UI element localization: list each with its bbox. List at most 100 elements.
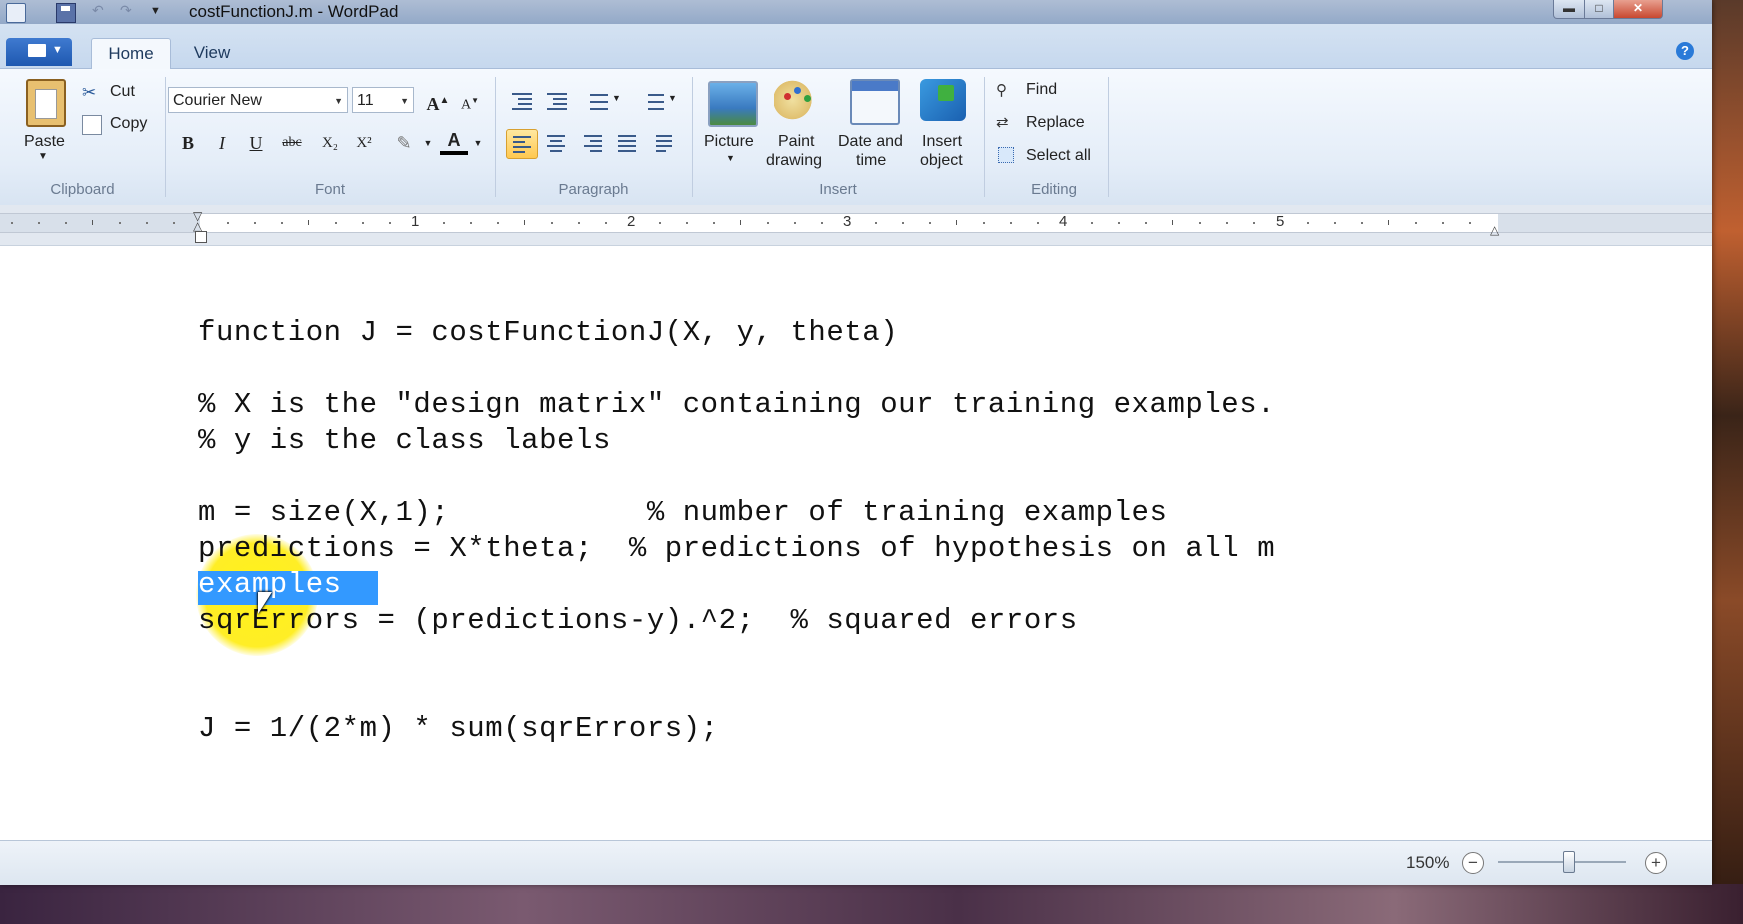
code-line[interactable]: function J = costFunctionJ(X, y, theta): [198, 316, 898, 349]
undo-icon[interactable]: ↶: [92, 2, 104, 20]
ruler-tick: [497, 222, 499, 224]
ruler-tick: [1415, 222, 1417, 224]
insert-object-icon[interactable]: [920, 79, 966, 121]
align-left-button[interactable]: [506, 129, 538, 159]
italic-button[interactable]: I: [208, 129, 236, 157]
ruler-tick: [605, 222, 607, 224]
ruler-tick: [1442, 222, 1444, 224]
bullets-dropdown-icon[interactable]: ▼: [612, 93, 621, 103]
grow-font-icon: A: [426, 94, 440, 114]
picture-button[interactable]: Picture: [704, 133, 754, 151]
ruler-tick: [1307, 222, 1309, 224]
ruler-tick: [578, 222, 580, 224]
font-family-select[interactable]: Courier New ▼: [168, 87, 348, 113]
insert-object-label-1[interactable]: Insert: [922, 133, 962, 151]
ruler-tick: [362, 222, 364, 224]
app-icon[interactable]: [6, 3, 26, 23]
insert-group-label: Insert: [819, 181, 857, 198]
font-color-dropdown-icon[interactable]: ▼: [464, 129, 492, 157]
help-icon[interactable]: ?: [1676, 42, 1694, 60]
line-spacing-button[interactable]: [636, 87, 666, 115]
zoom-out-button[interactable]: −: [1462, 852, 1484, 874]
paste-icon[interactable]: [26, 79, 66, 127]
zoom-slider[interactable]: [1498, 861, 1626, 863]
tab-view[interactable]: View: [180, 38, 244, 68]
ruler-tick: [1172, 220, 1173, 225]
minimize-button[interactable]: ▬: [1553, 0, 1585, 19]
group-separator: [1108, 77, 1109, 197]
bold-button[interactable]: B: [174, 129, 202, 157]
subscript-button[interactable]: X₂: [316, 129, 344, 157]
tab-home[interactable]: Home: [91, 38, 171, 69]
date-time-label-2[interactable]: time: [856, 152, 886, 170]
select-all-button[interactable]: Select all: [1026, 147, 1091, 165]
font-size-select[interactable]: 11 ▼: [352, 87, 414, 113]
insert-object-label-2[interactable]: object: [920, 152, 963, 170]
ruler-tick: [551, 222, 553, 224]
bullets-button[interactable]: [580, 87, 610, 115]
picture-icon[interactable]: [708, 81, 758, 127]
find-button[interactable]: Find: [1026, 81, 1057, 99]
grow-font-button[interactable]: A▲: [424, 87, 452, 115]
superscript-button[interactable]: X²: [350, 129, 378, 157]
paint-drawing-label-2[interactable]: drawing: [766, 152, 822, 170]
paste-button[interactable]: Paste: [24, 133, 65, 151]
redo-icon[interactable]: ↷: [120, 2, 132, 20]
ruler-tick: [1037, 222, 1039, 224]
align-right-button[interactable]: [578, 129, 608, 157]
shrink-font-button[interactable]: A▼: [456, 87, 484, 115]
paste-dropdown-icon[interactable]: ▼: [38, 151, 48, 162]
copy-button[interactable]: Copy: [110, 115, 147, 133]
group-separator: [165, 77, 166, 197]
zoom-slider-thumb[interactable]: [1563, 851, 1575, 873]
ruler-tick: [983, 222, 985, 224]
code-line[interactable]: sqrErrors = (predictions-y).^2; % square…: [198, 604, 1078, 637]
paragraph-group-label: Paragraph: [558, 181, 629, 198]
save-icon[interactable]: [56, 3, 76, 23]
code-line[interactable]: m = size(X,1); % number of training exam…: [198, 496, 1167, 529]
date-time-label-1[interactable]: Date and: [838, 133, 903, 151]
title-bar: ↶ ↷ ▼ costFunctionJ.m - WordPad ▬ □ ✕: [0, 0, 1712, 24]
line-spacing-dropdown-icon[interactable]: ▼: [668, 93, 677, 103]
select-all-icon: [998, 147, 1014, 163]
ruler-tick: [281, 222, 283, 224]
paint-palette-icon[interactable]: [774, 79, 820, 121]
code-line[interactable]: predictions = X*theta; % predictions of …: [198, 532, 1275, 565]
left-indent-marker[interactable]: [195, 231, 207, 243]
ruler-number: 2: [627, 213, 636, 230]
ruler-tick: [11, 222, 13, 224]
ruler-tick: [1091, 222, 1093, 224]
zoom-in-button[interactable]: +: [1645, 852, 1667, 874]
font-family-value: Courier New: [173, 92, 262, 109]
strikethrough-button[interactable]: abc: [278, 129, 306, 157]
decrease-indent-button[interactable]: [506, 87, 536, 115]
ruler-tick: [1361, 222, 1363, 224]
ruler-tick: [119, 222, 121, 224]
quick-access-dropdown-icon[interactable]: ▼: [150, 5, 161, 23]
code-line[interactable]: J = 1/(2*m) * sum(sqrErrors);: [198, 712, 719, 745]
maximize-button[interactable]: □: [1584, 0, 1614, 19]
paragraph-settings-button[interactable]: [650, 129, 680, 157]
align-center-button[interactable]: [541, 129, 571, 157]
underline-button[interactable]: U: [242, 129, 270, 157]
ruler[interactable]: 1 2 3 4 5 ▽ △ △: [0, 205, 1712, 246]
mouse-pointer-icon: [258, 592, 272, 614]
ruler-tick: [659, 222, 661, 224]
highlight-dropdown-icon[interactable]: ▼: [414, 129, 442, 157]
paint-drawing-label-1[interactable]: Paint: [778, 133, 814, 151]
justify-button[interactable]: [612, 129, 642, 157]
increase-indent-button[interactable]: [541, 87, 571, 115]
right-indent-marker[interactable]: △: [1490, 223, 1499, 237]
cut-button[interactable]: Cut: [110, 83, 135, 101]
binoculars-icon: ⚲: [996, 82, 1007, 99]
ruler-number: 5: [1276, 213, 1285, 230]
ruler-tick: [713, 222, 715, 224]
application-menu-button[interactable]: ▼: [6, 38, 72, 66]
first-line-indent-marker[interactable]: ▽ △: [193, 210, 202, 232]
calendar-clock-icon[interactable]: [850, 79, 900, 125]
picture-dropdown-icon[interactable]: ▼: [726, 153, 735, 163]
close-button[interactable]: ✕: [1613, 0, 1663, 19]
code-line[interactable]: % X is the "design matrix" containing ou…: [198, 388, 1275, 421]
replace-button[interactable]: Replace: [1026, 114, 1085, 132]
code-line[interactable]: % y is the class labels: [198, 424, 611, 457]
